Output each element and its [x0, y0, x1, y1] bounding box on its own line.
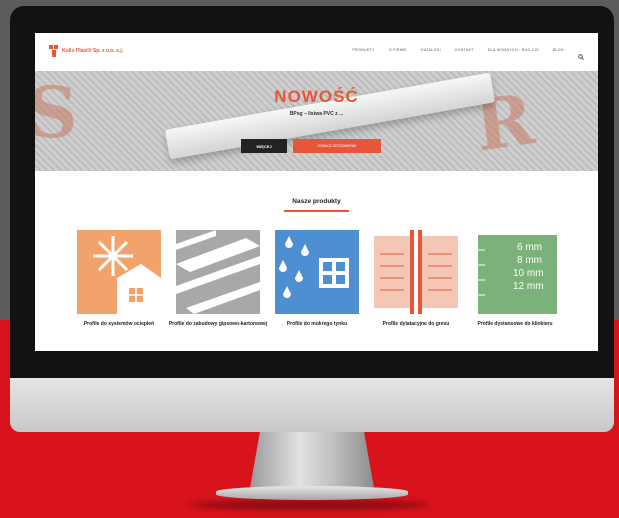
site-header: Kollo Plast® Sp. z o.o. s.j. PRODUKTY O …: [35, 33, 598, 71]
logo-mark-icon: [49, 45, 59, 57]
site-logo[interactable]: Kollo Plast® Sp. z o.o. s.j.: [49, 45, 123, 57]
menu-item-kontakt[interactable]: KONTAKT: [455, 48, 474, 52]
product-label-dylatacyjne[interactable]: Profile dylatacyjne do gresu: [366, 321, 466, 329]
product-tile-gipsowo-kartonowa[interactable]: [176, 230, 260, 314]
monitor-stand-neck: [250, 432, 374, 488]
menu-item-produkty[interactable]: PRODUKTY: [352, 48, 374, 52]
section-title-underline: [284, 210, 349, 212]
expansion-joint-icon: [374, 230, 458, 314]
ruler-mark-8: 8 mm: [517, 255, 542, 266]
raindrop-window-icon: [279, 236, 349, 298]
product-label-mokry-tynk[interactable]: Profile do mokrego tynku: [267, 321, 367, 329]
menu-item-katalogi[interactable]: KATALOGI: [421, 48, 441, 52]
product-label-gipsowo-kartonowa[interactable]: Profile do zabudowy gipsowo-kartonowej: [168, 321, 268, 329]
monitor-screen: Kollo Plast® Sp. z o.o. s.j. PRODUKTY O …: [35, 33, 598, 351]
hero-more-button[interactable]: WIĘCEJ: [241, 139, 287, 153]
products-section-title: Nasze produkty: [292, 198, 341, 205]
hero-secondary-button[interactable]: ZOBACZ ZESTAWIENIE: [293, 139, 381, 153]
product-label-dystansowe[interactable]: Profile dystansowe do klinkieru: [465, 321, 565, 329]
hero-subtitle: BPsg – listwa PVC z ...: [289, 111, 344, 117]
monitor-chin: [10, 378, 614, 432]
product-tile-ocieplenia[interactable]: [77, 230, 161, 314]
search-icon[interactable]: [578, 47, 584, 60]
product-tile-dylatacyjne[interactable]: [374, 230, 458, 314]
hero-banner: S R NOWOŚĆ BPsg – listwa PVC z ... WIĘCE…: [35, 71, 598, 171]
hero-title: NOWOŚĆ: [274, 87, 359, 106]
spacer-ruler-icon: 6 mm 8 mm 10 mm 12 mm: [473, 230, 557, 314]
monitor-shadow: [190, 500, 430, 510]
product-label-ocieplenia[interactable]: Profile do systemów ociepleń: [69, 321, 169, 329]
ruler-mark-10: 10 mm: [513, 268, 544, 279]
snowflake-house-icon: [93, 236, 161, 314]
menu-item-o-firmie[interactable]: O FIRMIE: [389, 48, 407, 52]
main-menu: PRODUKTY O FIRMIE KATALOGI KONTAKT DLA W…: [352, 47, 584, 60]
ruler-mark-12: 12 mm: [513, 281, 544, 292]
ruler-mark-6: 6 mm: [517, 242, 542, 253]
menu-item-blog[interactable]: BLOG: [553, 48, 564, 52]
drywall-boards-icon: [176, 230, 260, 314]
brand-name: Kollo Plast® Sp. z o.o. s.j.: [62, 48, 124, 54]
menu-item-dla-wodnych[interactable]: DLA WODNYCH - BUD-CIS: [488, 48, 539, 52]
product-tile-mokry-tynk[interactable]: [275, 230, 359, 314]
product-tile-dystansowe[interactable]: 6 mm 8 mm 10 mm 12 mm: [473, 230, 557, 314]
monitor-stand-base: [216, 486, 408, 500]
